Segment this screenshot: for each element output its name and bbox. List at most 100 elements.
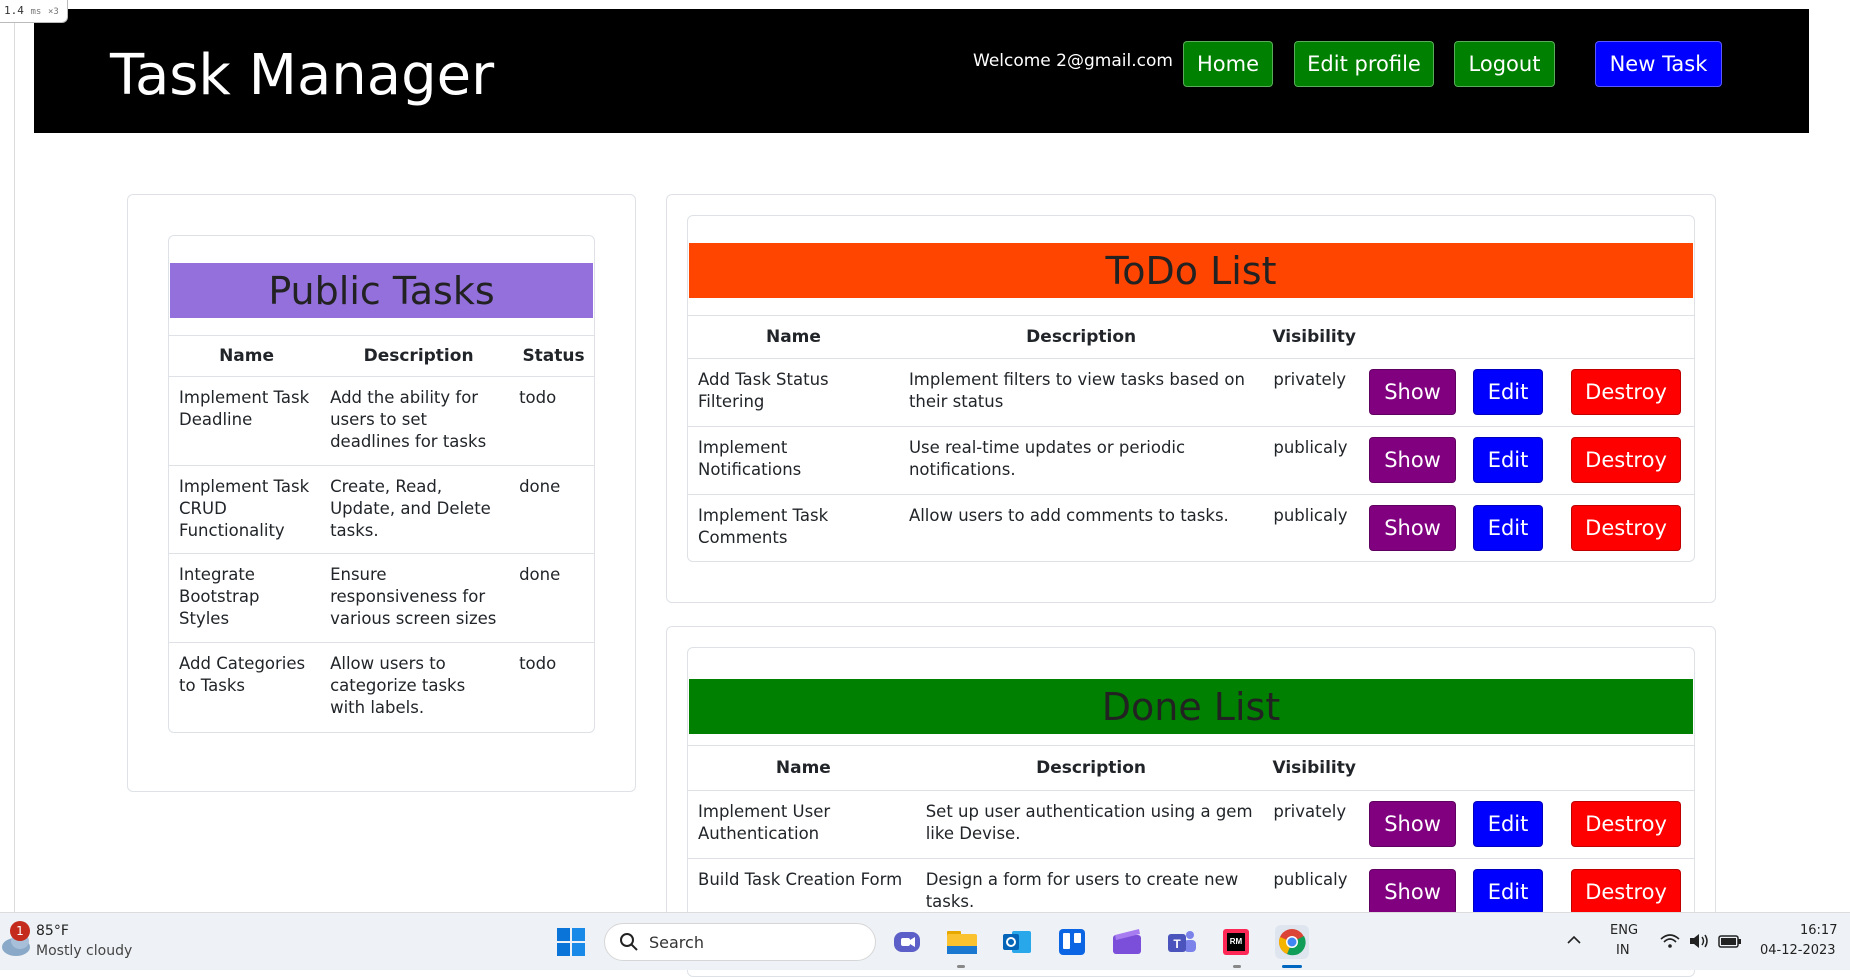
col-description: Description xyxy=(918,746,1264,791)
devtools-timing-badge: 1.4 ms ×3 xyxy=(0,0,68,23)
task-name: Implement Task CRUD Functionality xyxy=(169,465,325,554)
task-name: Implement Task Comments xyxy=(698,505,829,547)
teams-icon[interactable]: T xyxy=(1165,925,1199,959)
table-row: Implement User Authentication Set up use… xyxy=(688,790,1694,859)
show-button[interactable]: Show xyxy=(1369,436,1457,483)
welcome-text: Welcome 2@gmail.com xyxy=(973,51,1173,71)
edit-button[interactable]: Edit xyxy=(1473,868,1544,915)
show-button[interactable]: Show xyxy=(1369,800,1457,847)
weather-temp[interactable]: 85°F xyxy=(36,923,69,939)
wifi-icon[interactable] xyxy=(1660,931,1680,951)
destroy-button[interactable]: Destroy xyxy=(1571,800,1682,847)
public-tasks-table: Name Description Status Implement Task D… xyxy=(169,336,594,731)
language-label[interactable]: ENG xyxy=(1610,923,1638,938)
clock-date[interactable]: 04-12-2023 xyxy=(1760,943,1836,958)
task-description: Create, Read, Update, and Delete tasks. xyxy=(324,465,514,554)
trello-icon[interactable] xyxy=(1055,925,1089,959)
col-status: Status xyxy=(513,336,594,377)
show-button[interactable]: Show xyxy=(1369,368,1457,415)
file-explorer-icon[interactable] xyxy=(945,925,979,959)
volume-icon[interactable] xyxy=(1688,931,1710,951)
running-indicator xyxy=(1233,965,1241,968)
chevron-up-icon[interactable] xyxy=(1566,931,1582,947)
edit-button[interactable]: Edit xyxy=(1473,504,1544,551)
edit-button[interactable]: Edit xyxy=(1473,800,1544,847)
col-visibility: Visibility xyxy=(1263,746,1366,791)
destroy-button[interactable]: Destroy xyxy=(1571,368,1682,415)
task-description: Allow users to categorize tasks with lab… xyxy=(330,653,466,717)
edit-button[interactable]: Edit xyxy=(1473,436,1544,483)
row-actions: Show Edit Destroy xyxy=(1365,358,1694,427)
search-placeholder: Search xyxy=(649,933,704,952)
todo-table: Name Description Visibility Add Task Sta… xyxy=(688,316,1694,561)
chrome-icon[interactable] xyxy=(1275,925,1309,959)
destroy-button[interactable]: Destroy xyxy=(1571,504,1682,551)
svg-text:RM: RM xyxy=(1230,937,1243,946)
taskbar-search-box[interactable]: Search xyxy=(604,923,876,961)
task-status: done xyxy=(513,553,594,643)
task-name: Add Categories to Tasks xyxy=(179,653,306,695)
public-tasks-header: Public Tasks xyxy=(170,263,593,318)
table-row: Add Categories to Tasks Allow users to c… xyxy=(169,642,594,731)
task-description: Ensure responsiveness for various screen… xyxy=(324,553,514,643)
table-row: Implement Task Comments Allow users to a… xyxy=(688,494,1694,561)
task-description: Use real-time updates or periodic notifi… xyxy=(898,426,1264,495)
running-indicator xyxy=(957,965,965,968)
chat-icon[interactable] xyxy=(890,925,924,959)
task-status: todo xyxy=(513,376,594,466)
task-visibility: publicaly xyxy=(1263,426,1366,495)
task-status: todo xyxy=(519,653,557,673)
public-tasks-panel: Public Tasks Name Description Status Imp… xyxy=(168,235,595,733)
task-status: done xyxy=(513,465,594,554)
row-actions: Show Edit Destroy xyxy=(1365,790,1694,859)
col-description: Description xyxy=(324,336,514,377)
task-visibility: publicaly xyxy=(1273,505,1348,525)
edit-profile-button[interactable]: Edit profile xyxy=(1294,41,1434,87)
todo-list-card: ToDo List Name Description Visibility Ad… xyxy=(666,194,1716,603)
col-visibility: Visibility xyxy=(1263,316,1366,359)
task-name: Implement Notifications xyxy=(688,426,899,495)
task-description: Implement filters to view tasks based on… xyxy=(898,358,1264,427)
taskbar: 1 85°F Mostly cloudy Search T RM ENG IN … xyxy=(0,912,1850,970)
table-row: Implement Task Deadline Add the ability … xyxy=(169,376,594,466)
task-description: Set up user authentication using a gem l… xyxy=(918,790,1264,859)
todo-list-header: ToDo List xyxy=(689,243,1693,298)
col-name: Name xyxy=(169,336,325,377)
clipchamp-icon[interactable] xyxy=(1110,925,1144,959)
edit-button[interactable]: Edit xyxy=(1473,368,1544,415)
rubymine-icon[interactable]: RM xyxy=(1219,925,1253,959)
show-button[interactable]: Show xyxy=(1369,504,1457,551)
outlook-icon[interactable] xyxy=(1000,925,1034,959)
logout-button[interactable]: Logout xyxy=(1454,41,1555,87)
table-row: Implement Task CRUD Functionality Create… xyxy=(169,465,594,554)
public-tasks-card: Public Tasks Name Description Status Imp… xyxy=(127,194,636,792)
show-button[interactable]: Show xyxy=(1369,868,1457,915)
col-name: Name xyxy=(688,316,899,359)
navbar: Task Manager Welcome 2@gmail.com Home Ed… xyxy=(34,9,1809,133)
done-table: Name Description Visibility Implement Us… xyxy=(688,746,1694,926)
destroy-button[interactable]: Destroy xyxy=(1571,436,1682,483)
brand-title[interactable]: Task Manager xyxy=(110,37,494,115)
windows-start-icon[interactable] xyxy=(554,925,588,959)
task-description: Allow users to add comments to tasks. xyxy=(908,505,1229,525)
weather-condition[interactable]: Mostly cloudy xyxy=(36,943,132,959)
new-task-button[interactable]: New Task xyxy=(1595,41,1722,87)
notification-badge: 1 xyxy=(10,921,30,941)
task-name: Add Task Status Filtering xyxy=(688,358,899,427)
home-button[interactable]: Home xyxy=(1183,41,1273,87)
task-visibility: privately xyxy=(1263,790,1366,859)
row-actions: Show Edit Destroy xyxy=(1365,426,1694,495)
svg-text:T: T xyxy=(1173,937,1181,951)
task-name: Implement Task Deadline xyxy=(169,376,325,466)
col-actions xyxy=(1365,316,1694,359)
clock-time[interactable]: 16:17 xyxy=(1800,923,1837,938)
table-row: Integrate Bootstrap Styles Ensure respon… xyxy=(169,553,594,643)
table-row: Add Task Status Filtering Implement filt… xyxy=(688,358,1694,427)
todo-list-panel: ToDo List Name Description Visibility Ad… xyxy=(687,215,1695,562)
table-row: Implement Notifications Use real-time up… xyxy=(688,426,1694,495)
region-label[interactable]: IN xyxy=(1616,943,1630,958)
destroy-button[interactable]: Destroy xyxy=(1571,868,1682,915)
battery-icon[interactable] xyxy=(1718,931,1742,951)
row-actions: Show Edit Destroy xyxy=(1365,494,1694,561)
col-description: Description xyxy=(898,316,1264,359)
